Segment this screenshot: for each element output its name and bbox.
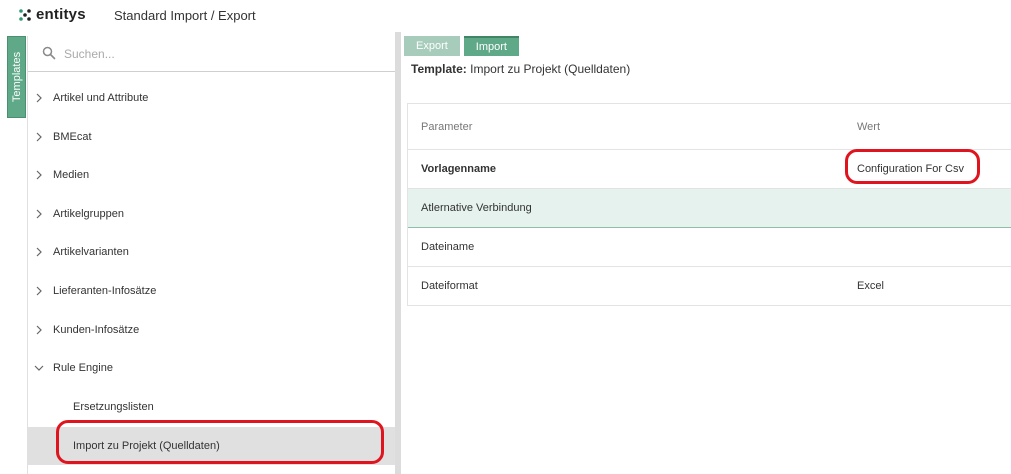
- tab-import[interactable]: Import: [463, 36, 519, 56]
- chevron-down-icon[interactable]: [34, 363, 44, 373]
- chevron-right-icon[interactable]: [34, 286, 44, 296]
- parameter-value[interactable]: Configuration For Csv: [857, 163, 964, 175]
- tree-item-label: Artikel und Attribute: [53, 92, 149, 104]
- templates-vertical-tab[interactable]: Templates: [7, 36, 26, 118]
- parameter-table: Parameter Wert Vorlagenname Configuratio…: [407, 103, 1011, 306]
- tree-item-medien[interactable]: Medien: [28, 156, 396, 194]
- templates-tab-label: Templates: [10, 51, 23, 103]
- table-header-row: Parameter Wert: [408, 104, 1011, 150]
- chevron-right-icon[interactable]: [34, 209, 44, 219]
- chevron-right-icon[interactable]: [34, 325, 44, 335]
- top-bar: entitys Standard Import / Export: [0, 0, 1011, 32]
- parameter-name: Atlernative Verbindung: [421, 202, 532, 214]
- tree-item-label: BMEcat: [53, 131, 92, 143]
- tab-bar: Export Import: [404, 36, 523, 56]
- sidebar: Artikel und Attribute BMEcat Medien Arti…: [27, 36, 396, 474]
- tree-item-label: Artikelvarianten: [53, 246, 129, 258]
- tree-item-artikel-und-attribute[interactable]: Artikel und Attribute: [28, 79, 396, 117]
- tree-item-artikelvarianten[interactable]: Artikelvarianten: [28, 233, 396, 271]
- parameter-value[interactable]: Excel: [857, 280, 884, 292]
- chevron-right-icon[interactable]: [34, 132, 44, 142]
- tree-child-label: Import zu Projekt (Quelldaten): [73, 440, 220, 452]
- search-bar: [28, 36, 396, 72]
- parameter-name: Vorlagenname: [421, 163, 496, 175]
- table-row[interactable]: Dateiformat Excel: [408, 267, 1011, 306]
- search-input[interactable]: [64, 44, 384, 64]
- entitys-logo-icon: [19, 8, 31, 21]
- logo-text: entitys: [36, 6, 86, 23]
- parameter-name: Dateiformat: [421, 280, 478, 292]
- template-heading: Template: Import zu Projekt (Quelldaten): [411, 62, 630, 76]
- tree-item-label: Medien: [53, 169, 90, 181]
- tree-item-bmecat[interactable]: BMEcat: [28, 118, 396, 156]
- entitys-logo[interactable]: entitys: [18, 6, 86, 23]
- chevron-right-icon[interactable]: [34, 170, 44, 180]
- table-row[interactable]: Atlernative Verbindung: [408, 189, 1011, 228]
- parameter-name: Dateiname: [421, 241, 475, 253]
- page-title: Standard Import / Export: [114, 8, 256, 23]
- tree-item-lieferanten-infosaetze[interactable]: Lieferanten-Infosätze: [28, 272, 396, 310]
- template-name: Import zu Projekt (Quelldaten): [470, 62, 631, 76]
- column-header-parameter[interactable]: Parameter: [421, 121, 472, 133]
- tree-item-label: Lieferanten-Infosätze: [53, 285, 157, 297]
- tree-item-label: Artikelgruppen: [53, 208, 124, 220]
- tree-child-import-zu-projekt[interactable]: Import zu Projekt (Quelldaten): [28, 427, 396, 465]
- chevron-right-icon[interactable]: [34, 93, 44, 103]
- tree-item-rule-engine[interactable]: Rule Engine: [28, 349, 396, 387]
- tree-child-label: Ersetzungslisten: [73, 401, 154, 413]
- table-row[interactable]: Dateiname: [408, 228, 1011, 267]
- tree-item-label: Kunden-Infosätze: [53, 324, 140, 336]
- tree-child-ersetzungslisten[interactable]: Ersetzungslisten: [28, 388, 396, 426]
- tab-export[interactable]: Export: [404, 36, 460, 56]
- template-label: Template:: [411, 62, 467, 76]
- tree-item-label: Rule Engine: [53, 362, 113, 374]
- tree-item-artikelgruppen[interactable]: Artikelgruppen: [28, 195, 396, 233]
- tree-item-kunden-infosaetze[interactable]: Kunden-Infosätze: [28, 311, 396, 349]
- search-icon: [42, 46, 56, 60]
- column-header-wert[interactable]: Wert: [857, 121, 880, 133]
- table-row[interactable]: Vorlagenname Configuration For Csv: [408, 150, 1011, 189]
- panel-splitter[interactable]: [395, 32, 401, 474]
- chevron-right-icon[interactable]: [34, 247, 44, 257]
